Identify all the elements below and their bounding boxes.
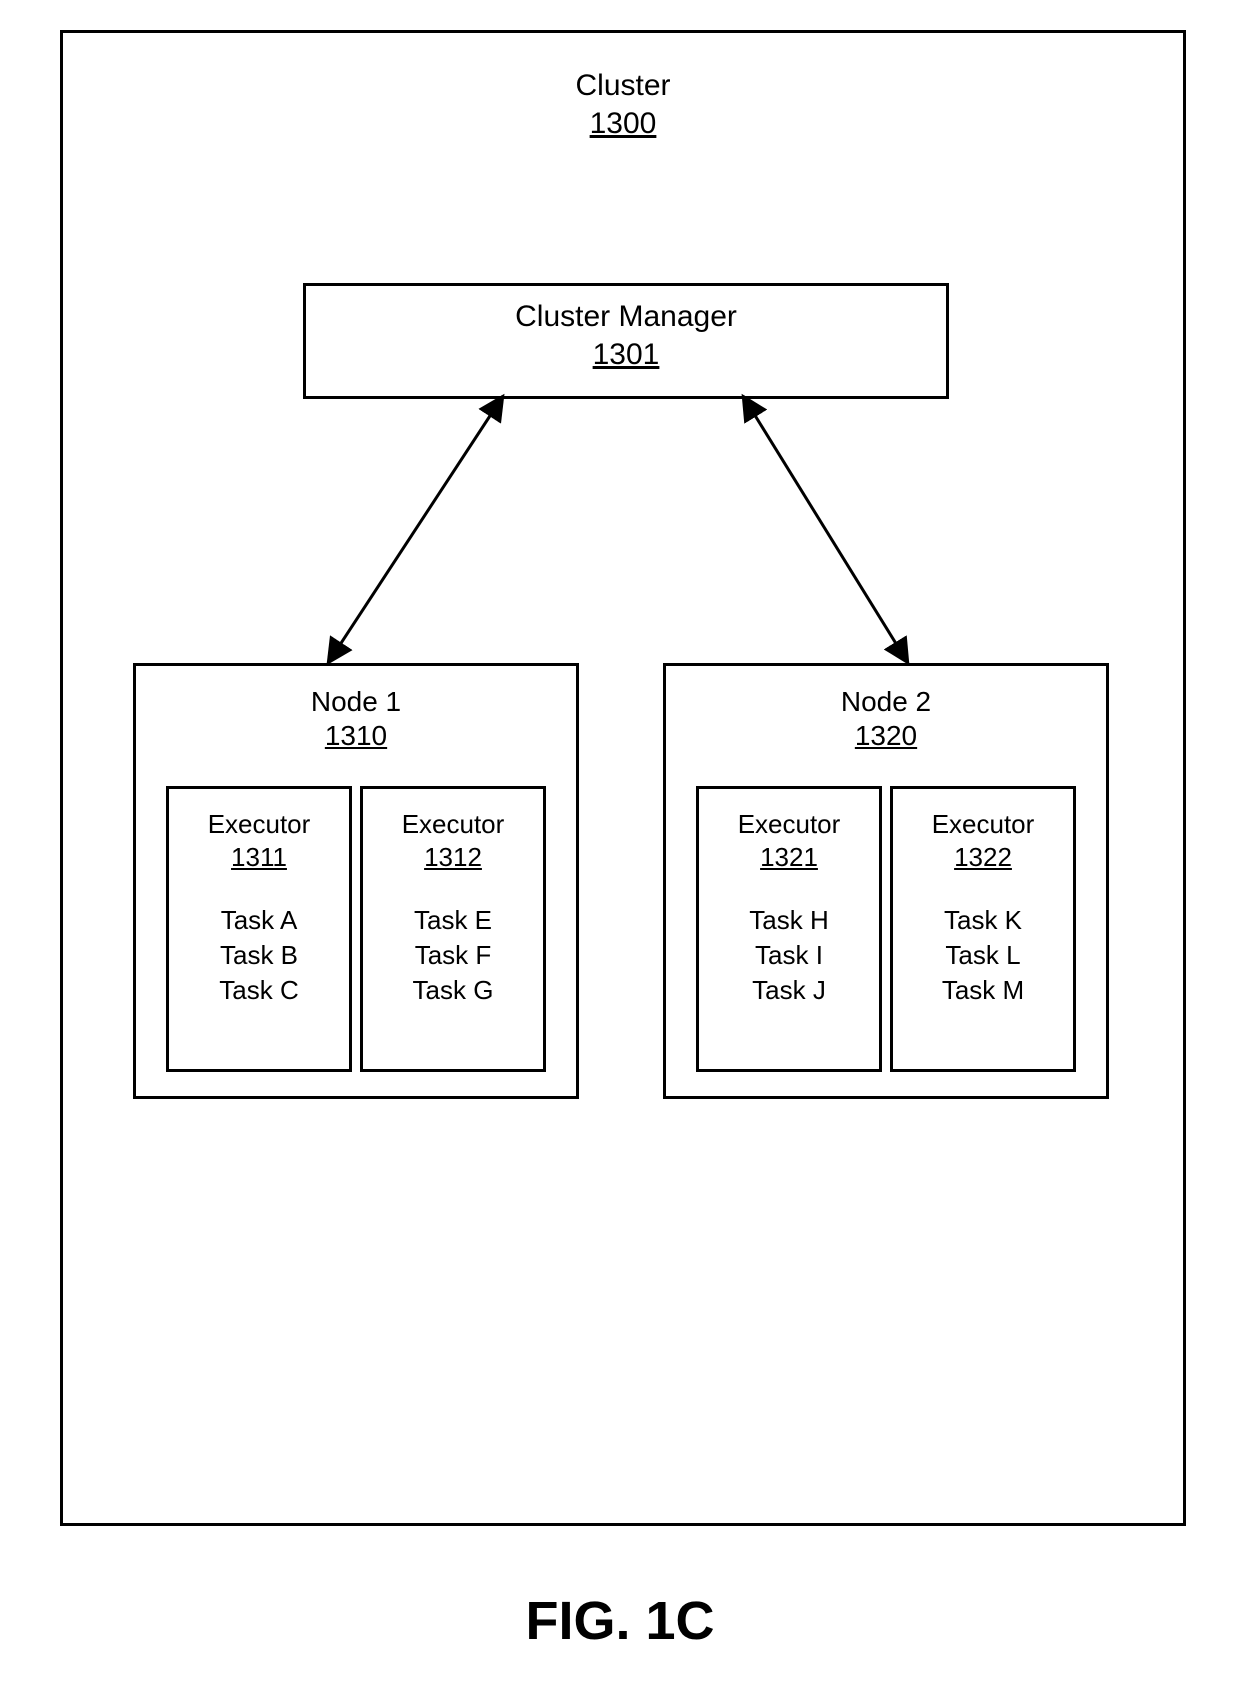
executor-label: Executor [169,809,349,840]
executor-1311-box: Executor 1311 Task A Task B Task C [166,786,352,1072]
executor-tasks: Task H Task I Task J [699,903,879,1008]
executor-tasks: Task A Task B Task C [169,903,349,1008]
node-1-box: Node 1 1310 Executor 1311 Task A Task B … [133,663,579,1099]
task-item: Task B [169,938,349,973]
cluster-box: Cluster 1300 Cluster Manager 1301 Node 1… [60,30,1186,1526]
executor-ref: 1311 [169,842,349,873]
page: Cluster 1300 Cluster Manager 1301 Node 1… [0,0,1240,1697]
executor-1312-box: Executor 1312 Task E Task F Task G [360,786,546,1072]
executor-label: Executor [363,809,543,840]
task-item: Task C [169,973,349,1008]
task-item: Task I [699,938,879,973]
figure-caption: FIG. 1C [0,1590,1240,1652]
node-1-ref: 1310 [136,720,576,752]
node-2-executors: Executor 1321 Task H Task I Task J Execu… [696,786,1076,1072]
task-item: Task H [699,903,879,938]
executor-tasks: Task E Task F Task G [363,903,543,1008]
task-item: Task K [893,903,1073,938]
executor-label: Executor [893,809,1073,840]
node-1-executors: Executor 1311 Task A Task B Task C Execu… [166,786,546,1072]
cluster-manager-label: Cluster Manager [306,300,946,334]
task-item: Task J [699,973,879,1008]
executor-ref: 1322 [893,842,1073,873]
executor-label: Executor [699,809,879,840]
executor-1321-box: Executor 1321 Task H Task I Task J [696,786,882,1072]
cluster-manager-box: Cluster Manager 1301 [303,283,949,399]
node-2-box: Node 2 1320 Executor 1321 Task H Task I … [663,663,1109,1099]
node-2-ref: 1320 [666,720,1106,752]
cluster-manager-ref: 1301 [306,338,946,372]
cluster-ref: 1300 [63,107,1183,141]
node-1-title: Node 1 [136,686,576,718]
executor-ref: 1312 [363,842,543,873]
task-item: Task L [893,938,1073,973]
cluster-title: Cluster [63,69,1183,103]
task-item: Task E [363,903,543,938]
task-item: Task G [363,973,543,1008]
executor-1322-box: Executor 1322 Task K Task L Task M [890,786,1076,1072]
executor-tasks: Task K Task L Task M [893,903,1073,1008]
executor-ref: 1321 [699,842,879,873]
task-item: Task M [893,973,1073,1008]
task-item: Task A [169,903,349,938]
node-2-title: Node 2 [666,686,1106,718]
task-item: Task F [363,938,543,973]
